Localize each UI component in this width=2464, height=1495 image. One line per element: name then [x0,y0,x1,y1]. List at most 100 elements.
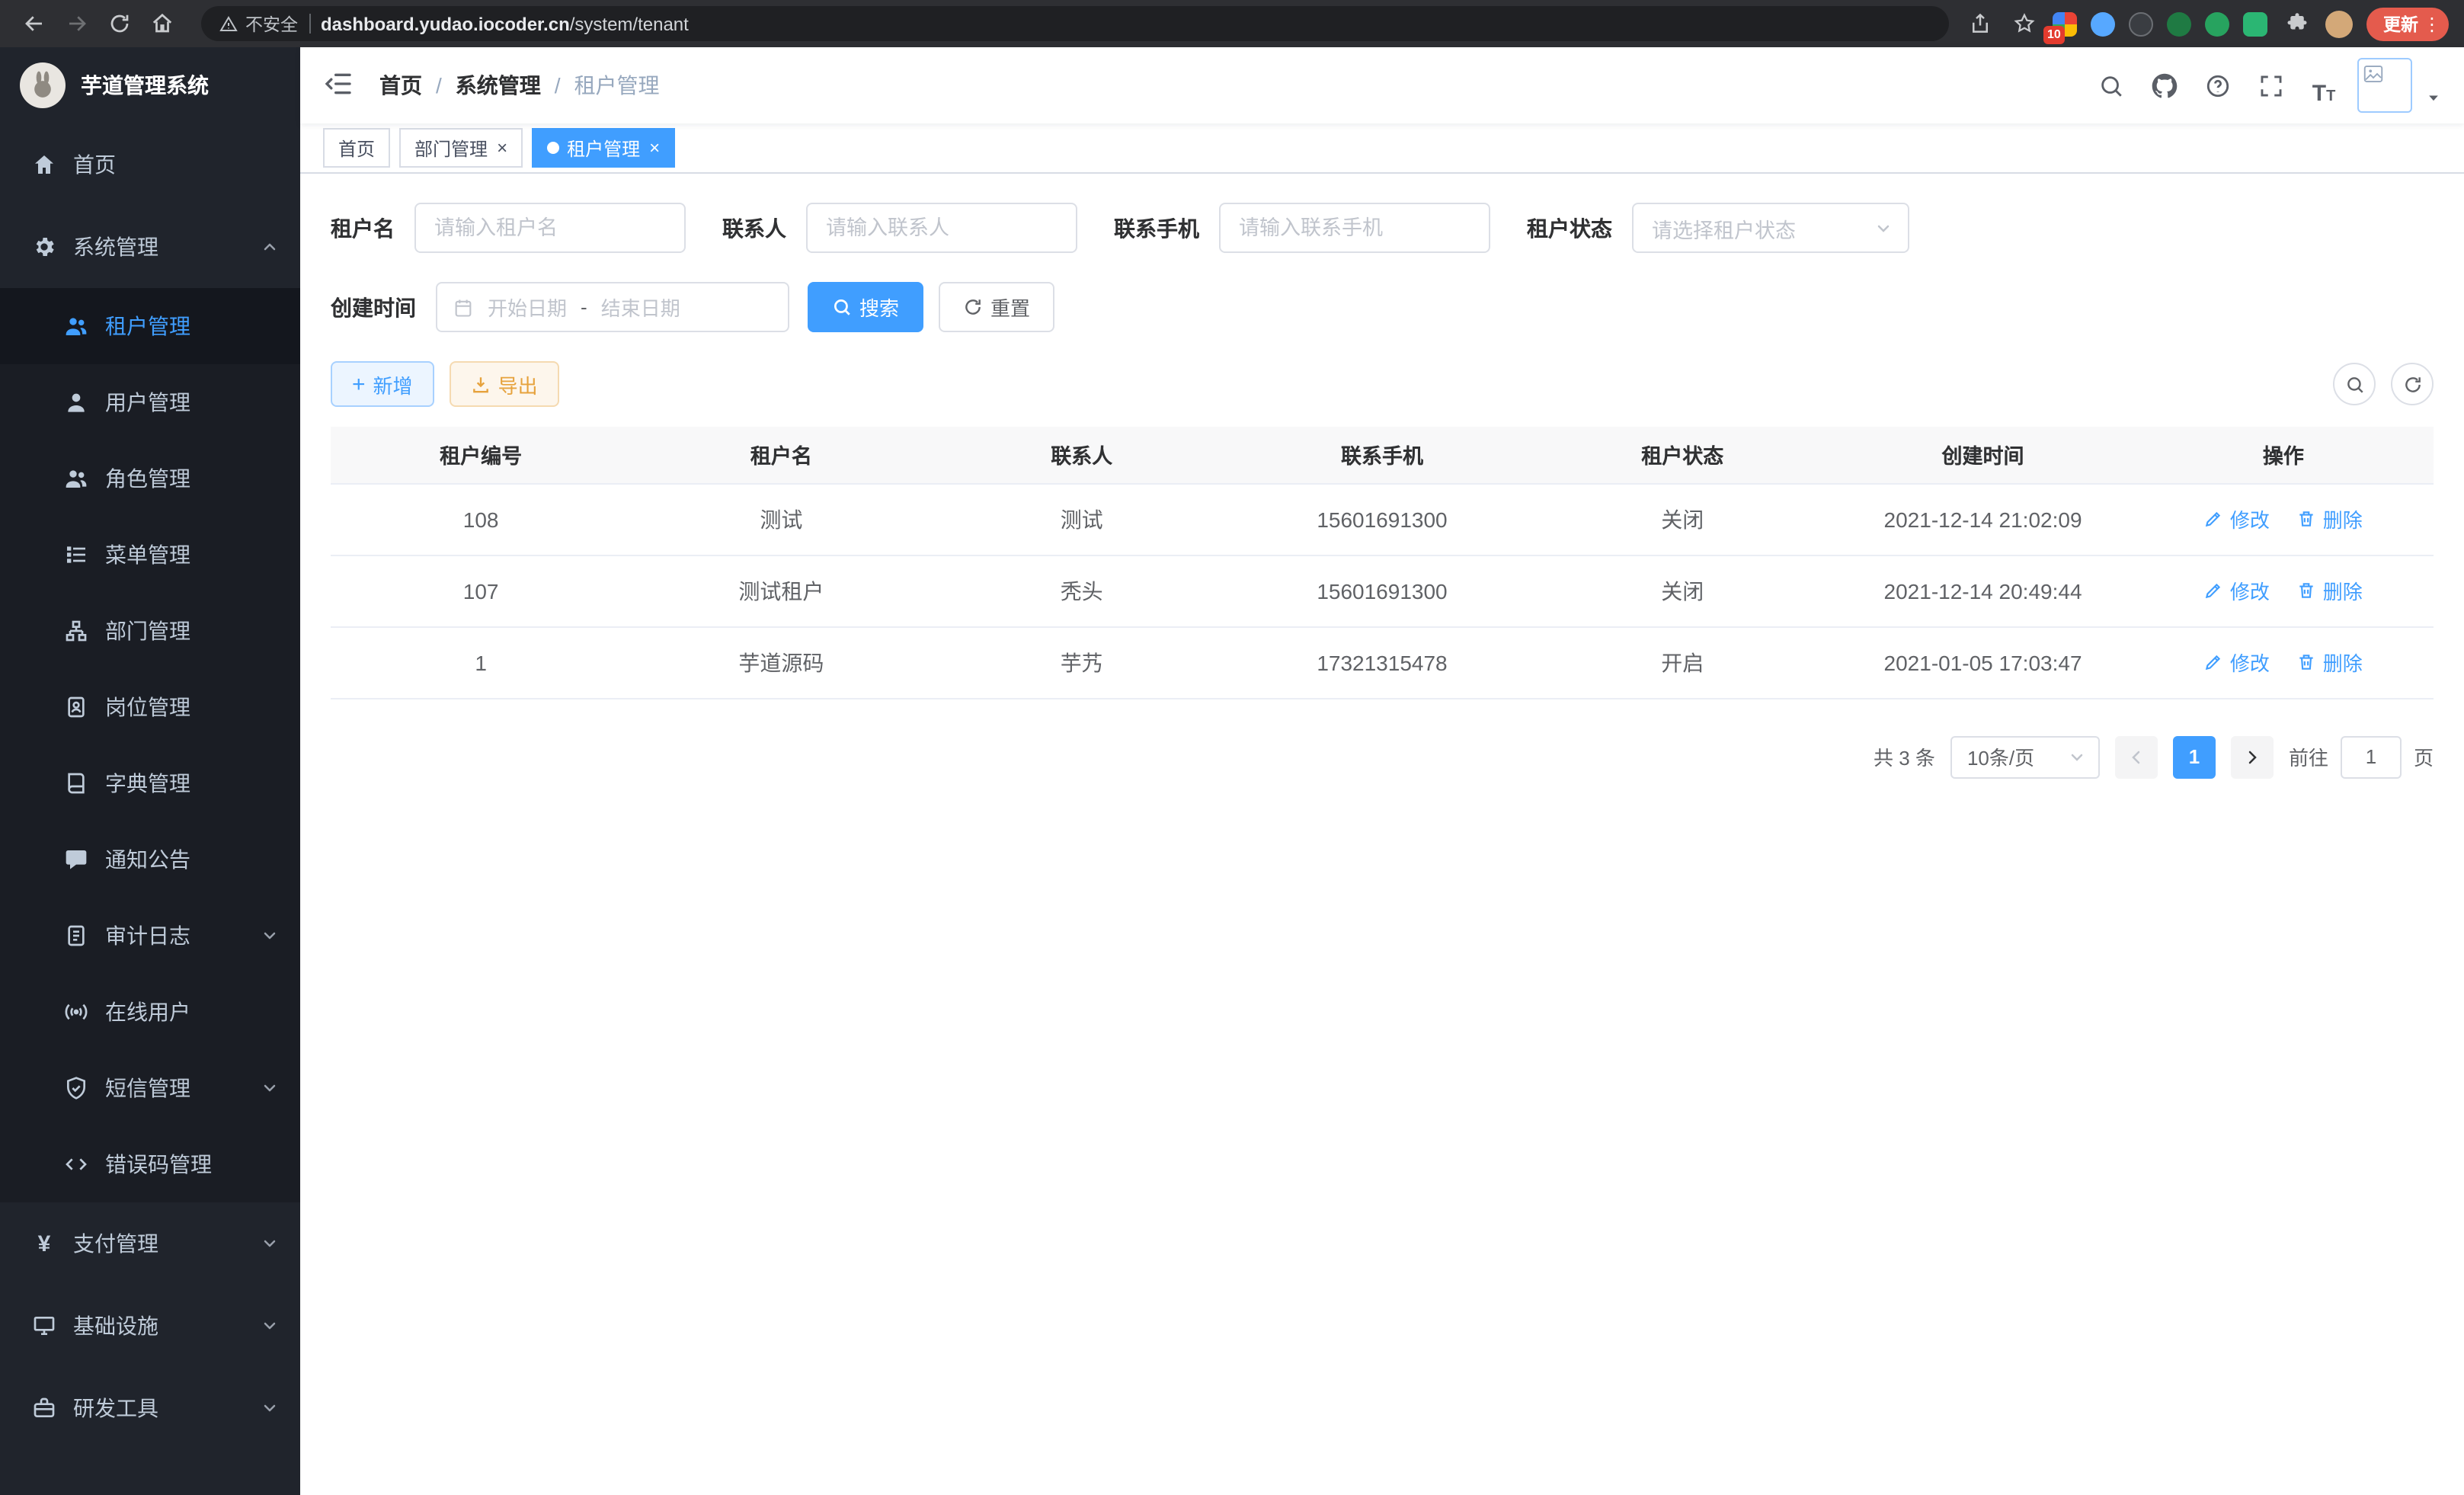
sidebar-item-home[interactable]: 首页 [0,123,300,206]
extension-icon-dark-green[interactable] [2167,11,2191,36]
column-header: 租户编号 [331,427,631,483]
extension-icon-blue[interactable] [2091,11,2115,36]
sidebar-item-post[interactable]: 岗位管理 [0,669,300,745]
sidebar-item-dict[interactable]: 字典管理 [0,745,300,821]
search-button[interactable]: 搜索 [808,282,923,332]
contact-input[interactable] [806,203,1077,253]
sidebar-item-sms[interactable]: 短信管理 [0,1050,300,1126]
goto-page-input[interactable] [2341,735,2402,778]
search-icon[interactable] [2091,66,2130,105]
phone-input[interactable] [1219,203,1490,253]
browser-forward-button[interactable] [58,5,94,42]
sidebar-item-payment[interactable]: ¥ 支付管理 [0,1202,300,1285]
cell-status: 关闭 [1532,483,1832,555]
cell-phone: 15601691300 [1232,483,1532,555]
sidebar-item-audit-log[interactable]: 审计日志 [0,898,300,974]
tab-home[interactable]: 首页 [323,128,390,168]
sidebar-item-user[interactable]: 用户管理 [0,364,300,440]
date-range-picker[interactable]: 开始日期 - 结束日期 [436,282,789,332]
home-icon [32,152,56,177]
extension-icon-dark[interactable] [2129,11,2153,36]
refresh-table-button[interactable] [2391,363,2434,405]
breadcrumb-home[interactable]: 首页 [379,70,422,101]
tenant-name-input[interactable] [414,203,686,253]
bookmark-star-icon[interactable] [2008,8,2039,39]
share-icon[interactable] [1964,8,1995,39]
user-avatar[interactable] [2357,58,2412,113]
trash-icon [2297,509,2317,529]
toggle-search-button[interactable] [2333,363,2376,405]
page-size-select[interactable]: 10条/页 [1950,735,2100,778]
prev-page-button[interactable] [2115,735,2158,778]
filter-status: 租户状态 请选择租户状态 [1527,203,1909,253]
browser-toolbar: 不安全 dashboard.yudao.iocoder.cn/system/te… [0,0,2464,47]
browser-menu-icon[interactable]: ⋮ [2423,13,2441,34]
export-button[interactable]: 导出 [450,361,559,407]
close-icon[interactable]: × [497,137,507,158]
sidebar-item-tenant[interactable]: 租户管理 [0,288,300,364]
search-button-label: 搜索 [859,293,899,322]
chevron-left-icon [2127,748,2146,766]
sidebar-item-role[interactable]: 角色管理 [0,440,300,517]
browser-update-button[interactable]: 更新⋮ [2366,7,2449,40]
delete-link[interactable]: 删除 [2297,504,2363,533]
book-icon [64,771,88,796]
edit-link[interactable]: 修改 [2204,576,2270,605]
extension-icon-green-square[interactable] [2243,11,2267,36]
cell-status: 开启 [1532,626,1832,698]
browser-home-button[interactable] [143,5,180,42]
sidebar-item-label: 研发工具 [73,1393,158,1423]
sidebar-item-system[interactable]: 系统管理 [0,206,300,288]
caret-down-icon[interactable] [2426,90,2441,105]
browser-back-button[interactable] [15,5,52,42]
sidebar-collapse-icon[interactable] [323,69,357,102]
browser-profile-avatar[interactable] [2325,10,2353,37]
extension-icon-green[interactable] [2205,11,2229,36]
filter-row-1: 租户名 联系人 联系手机 租户状态 请选择租户状态 [331,203,2434,253]
close-icon[interactable]: × [649,137,660,158]
cell-actions: 修改 删除 [2133,626,2434,698]
font-size-icon[interactable]: TT [2304,66,2344,105]
sidebar-item-dev-tools[interactable]: 研发工具 [0,1367,300,1449]
column-header: 租户名 [631,427,931,483]
tab-dept[interactable]: 部门管理 × [399,128,523,168]
help-icon[interactable] [2197,66,2237,105]
sidebar-item-error-code[interactable]: 错误码管理 [0,1126,300,1202]
browser-reload-button[interactable] [101,5,137,42]
sidebar-item-online-user[interactable]: 在线用户 [0,974,300,1050]
page-content: 租户名 联系人 联系手机 租户状态 请选择租户状态 [300,174,2464,1495]
fullscreen-icon[interactable] [2251,66,2290,105]
delete-label: 删除 [2323,648,2363,677]
next-page-button[interactable] [2231,735,2274,778]
delete-link[interactable]: 删除 [2297,576,2363,605]
sidebar-item-menu[interactable]: 菜单管理 [0,517,300,593]
message-icon [64,847,88,872]
column-header: 创建时间 [1832,427,2133,483]
sidebar-logo[interactable]: 芋道管理系统 [0,47,300,123]
cell-created: 2021-12-14 21:02:09 [1832,483,2133,555]
tab-label: 部门管理 [414,135,488,161]
tab-tenant[interactable]: 租户管理× [532,128,675,168]
sidebar-item-infra[interactable]: 基础设施 [0,1285,300,1367]
extensions-puzzle-icon[interactable] [2281,8,2312,39]
app-title: 芋道管理系统 [81,70,209,101]
edit-link[interactable]: 修改 [2204,648,2270,677]
add-button[interactable]: +新增 [331,361,434,407]
gear-icon [32,235,56,259]
sidebar-item-dept[interactable]: 部门管理 [0,593,300,669]
security-chip[interactable]: 不安全 [219,11,298,36]
status-select[interactable]: 请选择租户状态 [1632,203,1909,253]
page-number-button[interactable]: 1 [2173,735,2216,778]
sidebar-item-notice[interactable]: 通知公告 [0,821,300,898]
org-tree-icon [64,619,88,643]
extension-icon-colorful[interactable]: 10 [2053,11,2077,36]
address-bar[interactable]: 不安全 dashboard.yudao.iocoder.cn/system/te… [201,6,1949,41]
search-icon [832,297,852,317]
github-icon[interactable] [2144,66,2184,105]
rabbit-icon [27,70,58,101]
breadcrumb-section[interactable]: 系统管理 [456,70,541,101]
edit-link[interactable]: 修改 [2204,504,2270,533]
delete-label: 删除 [2323,576,2363,605]
reset-button[interactable]: 重置 [939,282,1054,332]
delete-link[interactable]: 删除 [2297,648,2363,677]
